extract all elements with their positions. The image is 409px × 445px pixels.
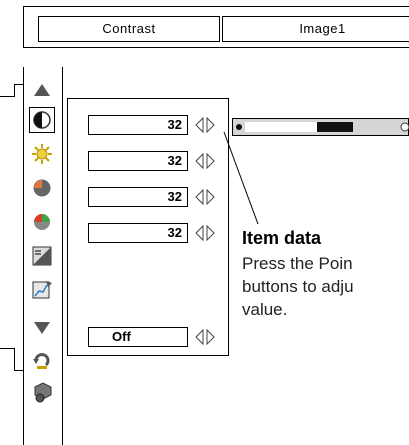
leader-line-bottom-tick (14, 370, 23, 371)
callout-line-3: value. (242, 300, 288, 319)
slider-fill (317, 122, 353, 132)
leader-line-top-vertical (14, 84, 15, 97)
tint-value[interactable]: 32 (88, 223, 188, 243)
down-triangle-icon[interactable] (29, 315, 55, 341)
icon-column (23, 67, 63, 445)
callout-description: Press the Poin buttons to adju value. (242, 252, 354, 321)
color-value[interactable]: 32 (88, 187, 188, 207)
callout-line-2: buttons to adju (242, 277, 354, 296)
menu-tab-image[interactable]: Image1 (222, 16, 409, 42)
leader-line-bottom-vertical (14, 348, 15, 370)
brightness-value[interactable]: 32 (88, 151, 188, 171)
gamma-icon[interactable] (29, 277, 55, 303)
contrast-icon[interactable] (29, 107, 55, 133)
brightness-arrows-icon[interactable] (194, 152, 216, 170)
callout-pointer (223, 131, 259, 225)
reset-icon[interactable] (29, 347, 55, 373)
brightness-icon[interactable] (29, 141, 55, 167)
setting-value-off[interactable]: Off (88, 327, 188, 347)
menu-bar: Contrast Image1 (23, 6, 409, 48)
callout-title: Item data (242, 228, 322, 248)
sharpness-icon[interactable] (29, 243, 55, 269)
contrast-value[interactable]: 32 (88, 115, 188, 135)
tint-arrows-icon[interactable] (194, 224, 216, 242)
leader-line-bottom (0, 348, 14, 349)
tint-icon[interactable] (29, 209, 55, 235)
up-triangle-icon[interactable] (29, 77, 55, 103)
setting-arrows-icon[interactable] (194, 328, 216, 346)
leader-line-top (0, 96, 14, 97)
store-icon[interactable] (29, 379, 55, 405)
color-arrows-icon[interactable] (194, 188, 216, 206)
leader-line-top-tick (14, 84, 23, 85)
menu-tab-contrast[interactable]: Contrast (38, 16, 220, 42)
color-icon[interactable] (29, 175, 55, 201)
callout-line-1: Press the Poin (242, 254, 353, 273)
contrast-arrows-icon[interactable] (194, 116, 216, 134)
value-panel: 32 32 32 32 Off (67, 98, 229, 356)
